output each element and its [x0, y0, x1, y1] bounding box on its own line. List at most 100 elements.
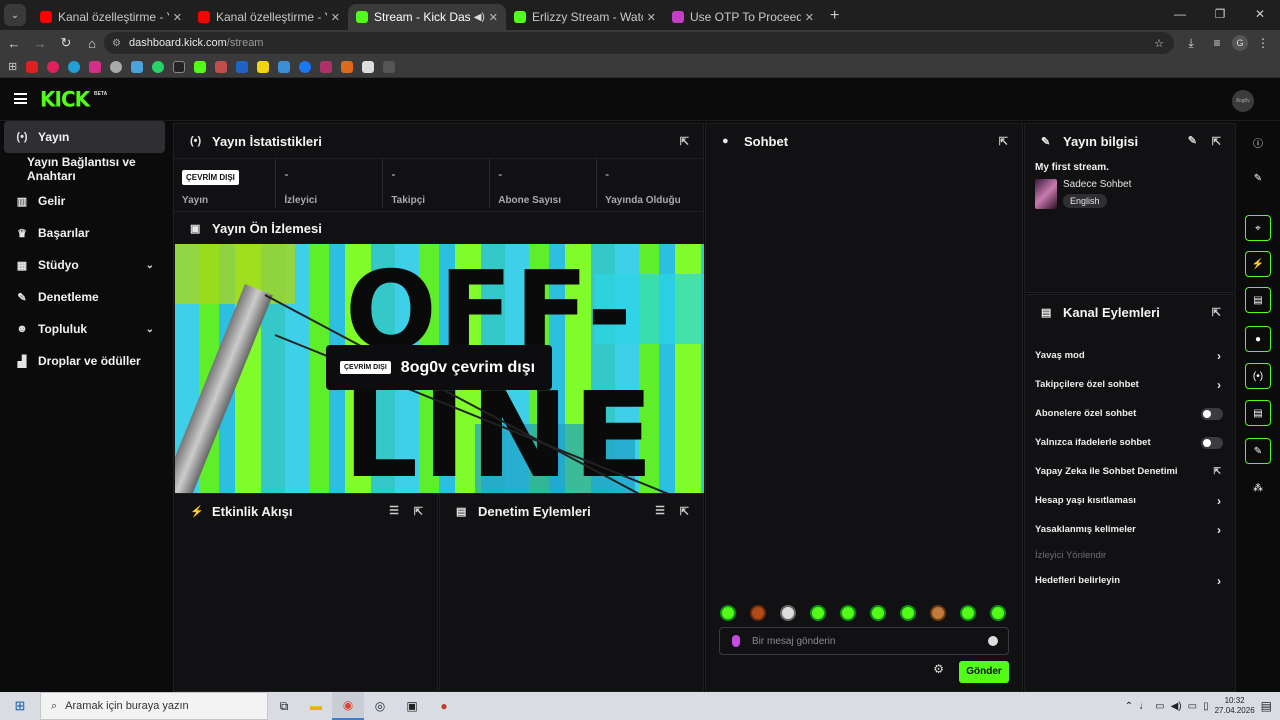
action-account-age[interactable]: Hesap yaşı kısıtlaması ›: [1025, 486, 1235, 515]
popout-icon[interactable]: ⇱: [414, 505, 423, 518]
bookmark-facebook-icon[interactable]: [299, 60, 312, 73]
minimize-icon[interactable]: —: [1160, 0, 1200, 28]
action-banned-words[interactable]: Yasaklanmış kelimeler ›: [1025, 515, 1235, 544]
browser-tab-4[interactable]: Erlizzy Stream - Watch Live on K ✕: [506, 4, 664, 30]
edit-icon[interactable]: ✎: [1188, 134, 1197, 147]
audio-icon[interactable]: ◀): [474, 12, 485, 23]
emotes-only-toggle[interactable]: [1201, 436, 1223, 449]
bookmark-music-icon[interactable]: [47, 60, 60, 73]
sidebar-item-denetleme[interactable]: ✎ Denetleme: [0, 281, 172, 313]
bookmark-threads-icon[interactable]: [110, 60, 123, 73]
bookmark-s-icon[interactable]: [257, 60, 270, 73]
chat-icon[interactable]: ●: [1245, 326, 1271, 352]
bookmark-youtube-icon[interactable]: [26, 60, 39, 73]
emote-icon[interactable]: [720, 605, 736, 621]
browser-tab-1[interactable]: Kanal özelleştirme - YouTube St ✕: [32, 4, 190, 30]
popout-icon[interactable]: ⇱: [1212, 135, 1221, 148]
close-tab-icon[interactable]: ✕: [489, 11, 498, 24]
file-explorer-icon[interactable]: ▬: [300, 692, 332, 720]
popout-icon[interactable]: ⇱: [680, 505, 689, 518]
steam-icon[interactable]: ◎: [364, 692, 396, 720]
sidebar-item-droplar[interactable]: ▟ Droplar ve ödüller: [0, 345, 172, 377]
filter-icon[interactable]: ☰: [655, 504, 665, 517]
browser-tab-3[interactable]: Stream - Kick Dashboard ◀) ✕: [348, 4, 506, 30]
bookmark-grid-icon[interactable]: [383, 60, 396, 73]
emote-icon[interactable]: [870, 605, 886, 621]
sidebar-item-studyo[interactable]: ▦ Stüdyo ⌄: [0, 249, 172, 281]
bookmark-app2-icon[interactable]: [278, 60, 291, 73]
sidebar-item-yayin[interactable]: (•) Yayın: [4, 121, 165, 153]
close-tab-icon[interactable]: ✕: [331, 11, 340, 24]
action-ai-moderation[interactable]: Yapay Zeka ile Sohbet Denetimi ⇱: [1025, 457, 1235, 486]
emote-icon[interactable]: [930, 605, 946, 621]
scan-icon[interactable]: ⌖: [1245, 215, 1271, 241]
emote-icon[interactable]: [840, 605, 856, 621]
home-icon[interactable]: ⌂: [80, 36, 104, 51]
menu-icon[interactable]: [14, 93, 27, 104]
close-window-icon[interactable]: ✕: [1240, 0, 1280, 28]
bolt-icon[interactable]: ⚡: [1245, 251, 1271, 277]
tray-mic-icon[interactable]: ♩: [1139, 701, 1149, 712]
emote-icon[interactable]: [810, 605, 826, 621]
subscribers-only-toggle[interactable]: [1201, 407, 1223, 420]
chrome-menu-icon[interactable]: ⋮: [1252, 33, 1274, 53]
browser-tab-5[interactable]: Use OTP To Proceed - gkhanyilr ✕: [664, 4, 822, 30]
edit-icon[interactable]: ✎: [1245, 165, 1271, 191]
bookmark-tm-icon[interactable]: [173, 60, 186, 73]
info-icon[interactable]: ⓘ: [1245, 129, 1271, 155]
close-tab-icon[interactable]: ✕: [805, 11, 814, 24]
sidebar-item-stream-key[interactable]: Yayın Bağlantısı ve Anahtarı: [0, 153, 172, 185]
bookmark-db-icon[interactable]: [362, 60, 375, 73]
bookmark-app-icon[interactable]: [68, 60, 81, 73]
emoji-icon[interactable]: [988, 636, 998, 646]
chrome-profile-avatar[interactable]: G: [1232, 35, 1248, 51]
emote-icon[interactable]: [990, 605, 1006, 621]
popout-icon[interactable]: ⇱: [680, 135, 689, 148]
apps-grid-icon[interactable]: ⊞: [8, 60, 17, 73]
tray-battery-icon[interactable]: ▯: [1203, 701, 1209, 712]
avatar[interactable]: 8og0v: [1232, 90, 1254, 112]
bookmark-m-icon[interactable]: [236, 60, 249, 73]
bookmark-whatsapp-icon[interactable]: [152, 60, 165, 73]
sidebar-item-topluluk[interactable]: ☻ Topluluk ⌄: [0, 313, 172, 345]
epic-games-icon[interactable]: ▣: [396, 692, 428, 720]
windows-start-icon[interactable]: ⊞: [0, 698, 40, 714]
media-icon[interactable]: ≡: [1206, 33, 1228, 53]
tray-chevron-up-icon[interactable]: ⌃: [1125, 701, 1133, 712]
wrench-icon[interactable]: ✎: [1245, 438, 1271, 464]
url-input[interactable]: ⚙ dashboard.kick.com/stream ☆: [104, 32, 1174, 54]
taskbar-search-input[interactable]: ⌕ Aramak için buraya yazın: [40, 692, 268, 720]
action-slow-mode[interactable]: Yavaş mod ›: [1025, 341, 1235, 370]
emote-icon[interactable]: [780, 605, 796, 621]
reload-icon[interactable]: ↻: [54, 35, 78, 51]
bookmark-cloud-icon[interactable]: [131, 60, 144, 73]
browser-tab-2[interactable]: Kanal özelleştirme - YouTube St ✕: [190, 4, 348, 30]
document-icon[interactable]: ▤: [1245, 287, 1271, 313]
action-followers-only[interactable]: Takipçilere özel sohbet ›: [1025, 370, 1235, 399]
close-tab-icon[interactable]: ✕: [173, 11, 182, 24]
action-goals[interactable]: Hedefleri belirleyin ›: [1025, 566, 1235, 595]
microphone-icon[interactable]: [732, 635, 740, 647]
emote-icon[interactable]: [960, 605, 976, 621]
channel-icon[interactable]: ▤: [1245, 400, 1271, 426]
tray-network-icon[interactable]: ▭: [1155, 701, 1164, 712]
close-tab-icon[interactable]: ✕: [647, 11, 656, 24]
sidebar-item-basarilar[interactable]: ♛ Başarılar: [0, 217, 172, 249]
restore-icon[interactable]: ❐: [1200, 0, 1240, 28]
new-tab-icon[interactable]: +: [830, 7, 839, 25]
tab-search-icon[interactable]: ⌄: [4, 4, 26, 26]
broadcast-icon[interactable]: (•): [1245, 363, 1271, 389]
back-icon[interactable]: ←: [2, 36, 26, 51]
tray-display-icon[interactable]: ▭: [1188, 701, 1197, 712]
app-icon[interactable]: ●: [428, 692, 460, 720]
apps-icon[interactable]: ⁂: [1245, 475, 1271, 501]
chat-message-input[interactable]: Bir mesaj gönderin: [719, 627, 1009, 655]
tray-volume-icon[interactable]: ◀): [1171, 701, 1182, 712]
bookmark-hb-icon[interactable]: [341, 60, 354, 73]
emote-icon[interactable]: [750, 605, 766, 621]
chevron-down-icon[interactable]: ⌄: [146, 260, 154, 271]
chrome-icon[interactable]: ◉: [332, 692, 364, 720]
notification-icon[interactable]: ▤: [1261, 699, 1272, 713]
filter-icon[interactable]: ☰: [389, 504, 399, 517]
bookmark-image-icon[interactable]: [215, 60, 228, 73]
